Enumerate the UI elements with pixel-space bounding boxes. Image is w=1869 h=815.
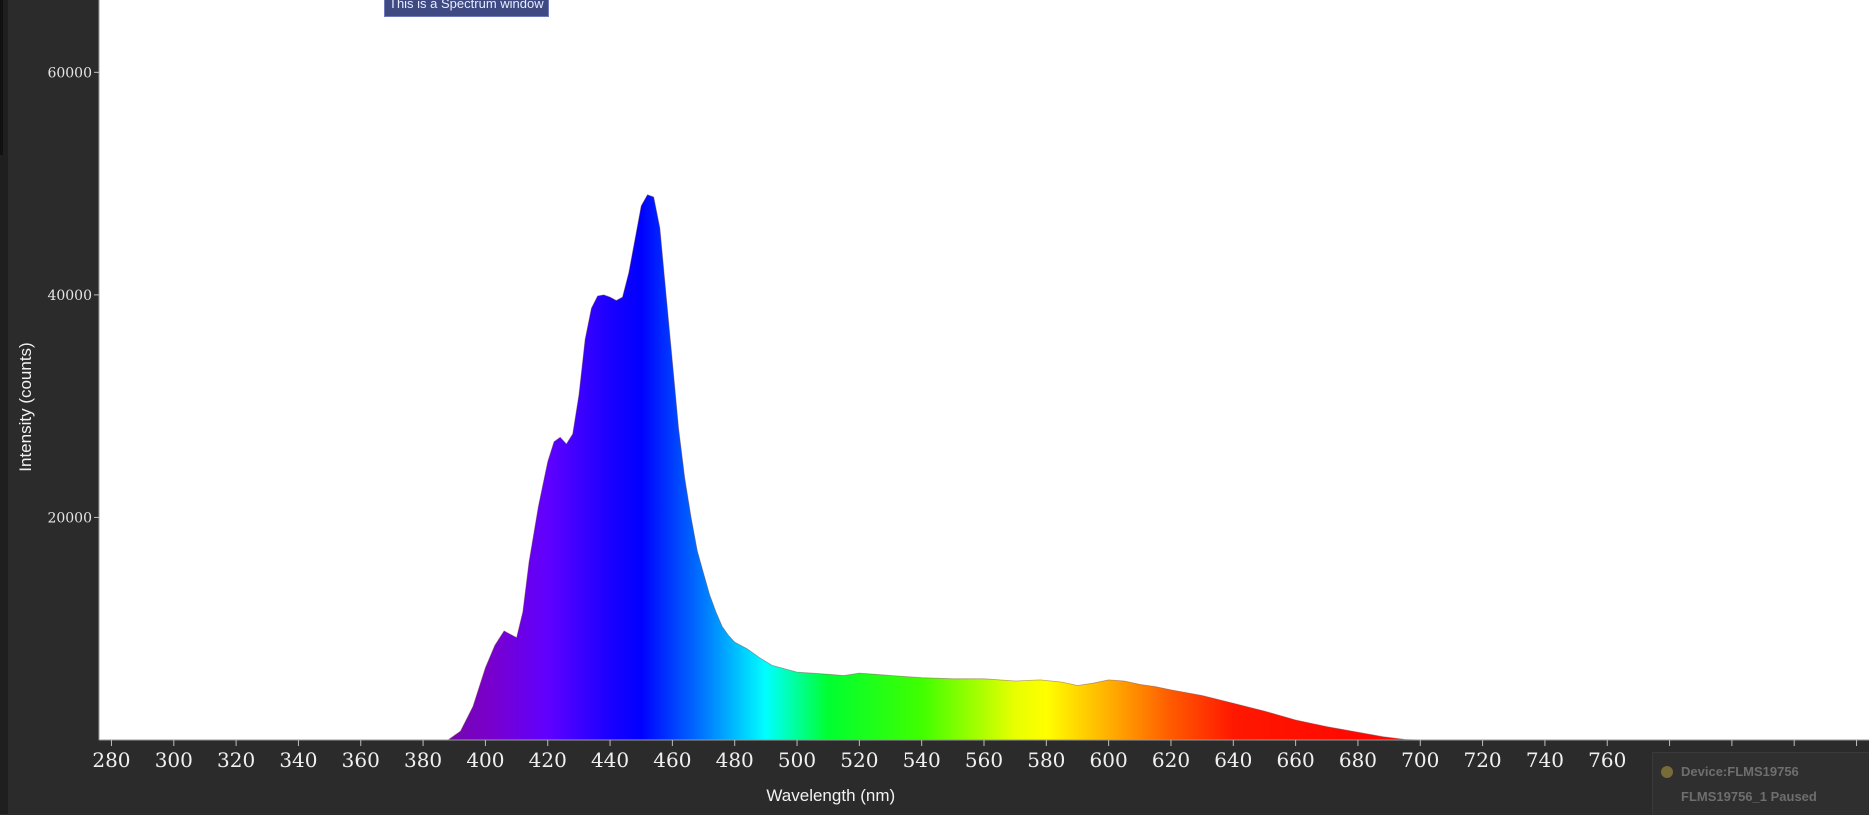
x-tick-label: 760 — [1588, 748, 1626, 772]
x-tick-label: 560 — [965, 748, 1003, 772]
x-tick-label: 700 — [1401, 748, 1439, 772]
x-tick-label: 680 — [1339, 748, 1377, 772]
x-tick-label: 480 — [716, 748, 754, 772]
x-axis-title: Wavelength (nm) — [766, 786, 895, 805]
x-tick-label: 380 — [404, 748, 442, 772]
x-axis: 280 300 320 340 360 380 400 420 440 460 480 500 520 5… — [92, 739, 1869, 772]
spectrum-chart[interactable]: 20000 40000 60000 280 300 320 340 360 380 400 420… — [0, 0, 1869, 814]
device-status-panel — [1652, 752, 1869, 815]
x-tick-label: 320 — [217, 748, 255, 772]
x-tick-label: 340 — [279, 748, 317, 772]
x-tick-label: 440 — [591, 748, 629, 772]
x-tick-label: 720 — [1463, 748, 1501, 772]
x-tick-label: 460 — [653, 748, 691, 772]
tooltip: This is a Spectrum window — [384, 0, 549, 17]
device-status-indicator-icon — [1661, 766, 1673, 778]
x-tick-label: 540 — [903, 748, 941, 772]
x-tick-label: 580 — [1027, 748, 1065, 772]
plot-area[interactable] — [99, 0, 1869, 740]
x-tick-label: 280 — [92, 748, 130, 772]
y-tick-label: 60000 — [47, 65, 92, 81]
x-tick-label: 400 — [466, 748, 504, 772]
device-name: Device:FLMS19756 — [1681, 764, 1799, 779]
x-tick-label: 360 — [342, 748, 380, 772]
x-tick-label: 640 — [1214, 748, 1252, 772]
x-tick-label: 600 — [1090, 748, 1128, 772]
x-tick-label: 660 — [1277, 748, 1315, 772]
x-tick-label: 520 — [840, 748, 878, 772]
y-axis-title: Intensity (counts) — [16, 342, 35, 471]
y-tick-label: 40000 — [47, 288, 92, 304]
device-state: FLMS19756_1 Paused — [1681, 789, 1817, 804]
x-tick-label: 740 — [1526, 748, 1564, 772]
x-tick-label: 500 — [778, 748, 816, 772]
x-tick-label: 300 — [155, 748, 193, 772]
spectrum-window: 20000 40000 60000 280 300 320 340 360 380 400 420… — [0, 0, 1869, 815]
x-tick-label: 620 — [1152, 748, 1190, 772]
tooltip-text: This is a Spectrum window — [389, 0, 544, 11]
y-axis: 20000 40000 60000 — [47, 0, 100, 740]
x-tick-label: 420 — [529, 748, 567, 772]
y-tick-label: 20000 — [47, 510, 92, 526]
